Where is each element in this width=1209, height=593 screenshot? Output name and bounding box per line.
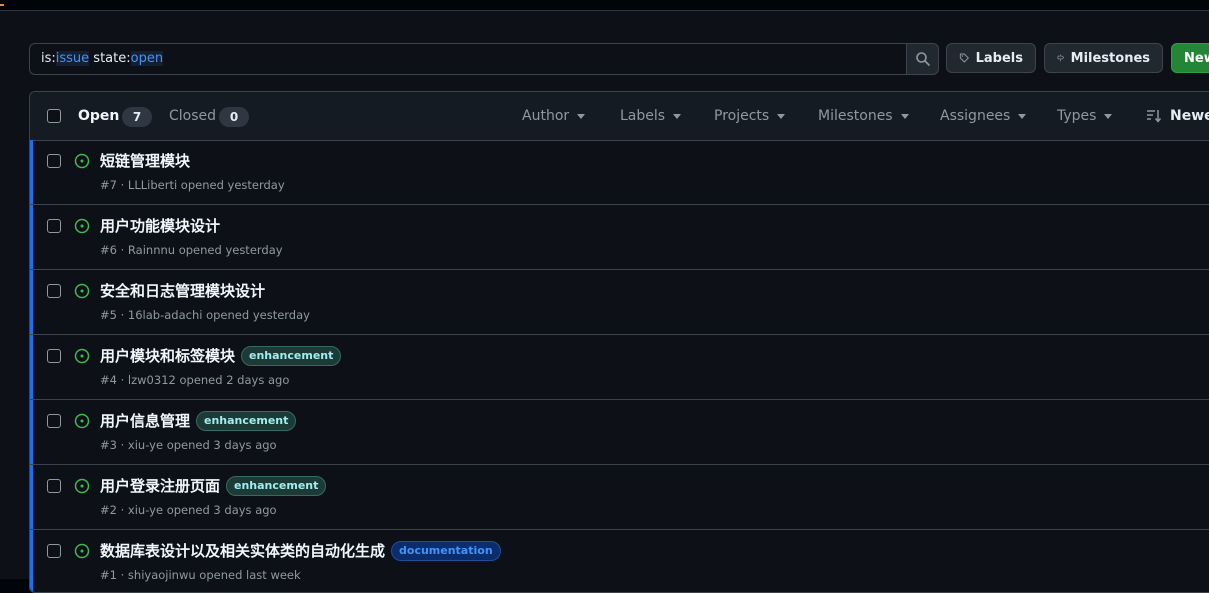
types-filter-label: Types: [1057, 108, 1097, 124]
top-strip-mark: [0, 4, 4, 6]
issue-label-enhancement[interactable]: enhancement: [241, 345, 342, 366]
issue-meta: #1 · shiyaojinwu opened last week: [100, 568, 301, 582]
issues-search-input[interactable]: is:issue state:open: [29, 43, 908, 75]
labels-filter-label: Labels: [620, 108, 666, 124]
issue-row[interactable]: 安全和日志管理模块设计 #5 · 16lab-adachi opened yest…: [30, 270, 1209, 335]
assignees-filter-label: Assignees: [940, 108, 1011, 124]
labels-button[interactable]: Labels: [946, 43, 1036, 73]
top-strip: [0, 0, 1209, 11]
issue-checkbox[interactable]: [47, 219, 61, 233]
issue-title-link[interactable]: 安全和日志管理模块设计: [100, 280, 265, 301]
tag-icon: [959, 53, 969, 63]
issue-title-link[interactable]: 用户登录注册页面: [100, 475, 220, 496]
closed-count-badge: 0: [219, 107, 249, 127]
issue-label-enhancement[interactable]: enhancement: [226, 475, 327, 496]
issue-title-line: 数据库表设计以及相关实体类的自动化生成 documentation: [100, 540, 501, 561]
milestones-filter[interactable]: Milestones: [818, 108, 909, 124]
open-tab[interactable]: Open: [78, 108, 119, 124]
issue-title-link[interactable]: 用户功能模块设计: [100, 215, 220, 236]
issue-row[interactable]: 用户登录注册页面 enhancement #2 · xiu-ye opened 3 …: [30, 465, 1209, 530]
issue-title-line: 用户功能模块设计: [100, 215, 220, 236]
issue-title-line: 用户模块和标签模块 enhancement: [100, 345, 342, 366]
types-filter[interactable]: Types: [1057, 108, 1113, 124]
issue-open-icon: [74, 478, 90, 494]
issue-meta: #5 · 16lab-adachi opened yesterday: [100, 308, 310, 322]
sort-label: Newest: [1170, 108, 1209, 124]
issue-list: Open 7 Closed 0 Author Labels Projects M…: [29, 91, 1209, 593]
issue-checkbox[interactable]: [47, 154, 61, 168]
issue-title-link[interactable]: 用户模块和标签模块: [100, 345, 235, 366]
issue-checkbox[interactable]: [47, 544, 61, 558]
issue-label-enhancement[interactable]: enhancement: [196, 410, 297, 431]
assignees-filter[interactable]: Assignees: [940, 108, 1027, 124]
issue-title-line: 用户登录注册页面 enhancement: [100, 475, 327, 496]
issue-title-line: 短链管理模块: [100, 150, 190, 171]
row-accent-bar: [30, 530, 33, 592]
issue-row[interactable]: 用户信息管理 enhancement #3 · xiu-ye opened 3 da…: [30, 400, 1209, 465]
chevron-down-icon: [673, 113, 682, 119]
chevron-down-icon: [1018, 113, 1027, 119]
issue-title-link[interactable]: 短链管理模块: [100, 150, 190, 171]
labels-filter[interactable]: Labels: [620, 108, 682, 124]
issue-open-icon: [74, 413, 90, 429]
issue-open-icon: [74, 543, 90, 559]
issue-row[interactable]: 短链管理模块 #7 · LLLiberti opened yesterday: [30, 140, 1209, 205]
search-icon: [915, 52, 930, 66]
issue-checkbox[interactable]: [47, 414, 61, 428]
chevron-down-icon: [900, 113, 909, 119]
select-all-checkbox[interactable]: [47, 109, 61, 123]
issue-title-link[interactable]: 用户信息管理: [100, 410, 190, 431]
row-accent-bar: [30, 335, 33, 399]
labels-button-text: Labels: [975, 50, 1023, 66]
issue-row[interactable]: 用户模块和标签模块 enhancement #4 · lzw0312 opened …: [30, 335, 1209, 400]
issue-row[interactable]: 用户功能模块设计 #6 · Rainnnu opened yesterday: [30, 205, 1209, 270]
issue-open-icon: [74, 218, 90, 234]
row-accent-bar: [30, 205, 33, 269]
new-issue-button-text: New: [1184, 50, 1209, 66]
issue-meta: #2 · xiu-ye opened 3 days ago: [100, 503, 277, 517]
issue-meta: #3 · xiu-ye opened 3 days ago: [100, 438, 277, 452]
milestones-button[interactable]: Milestones: [1044, 43, 1163, 73]
issue-open-icon: [74, 153, 90, 169]
closed-tab[interactable]: Closed: [169, 108, 216, 124]
open-count-badge: 7: [122, 107, 152, 127]
author-filter-label: Author: [522, 108, 570, 124]
chevron-down-icon: [1104, 113, 1113, 119]
sort-icon: [1147, 110, 1162, 123]
issue-checkbox[interactable]: [47, 479, 61, 493]
projects-filter-label: Projects: [714, 108, 770, 124]
row-accent-bar: [30, 465, 33, 529]
issue-open-icon: [74, 348, 90, 364]
search-query: is:issue state:open: [41, 51, 164, 66]
projects-filter[interactable]: Projects: [714, 108, 786, 124]
row-accent-bar: [30, 400, 33, 464]
milestones-button-text: Milestones: [1070, 50, 1150, 66]
issue-label-documentation[interactable]: documentation: [391, 540, 501, 561]
issue-checkbox[interactable]: [47, 349, 61, 363]
issue-row[interactable]: 数据库表设计以及相关实体类的自动化生成 documentation #1 · shi…: [30, 530, 1209, 592]
issue-title-line: 用户信息管理 enhancement: [100, 410, 297, 431]
search-button[interactable]: [906, 43, 939, 75]
issue-list-header: Open 7 Closed 0 Author Labels Projects M…: [30, 92, 1209, 141]
issue-title-link[interactable]: 数据库表设计以及相关实体类的自动化生成: [100, 540, 385, 561]
new-issue-button[interactable]: New: [1171, 43, 1209, 73]
milestones-filter-label: Milestones: [818, 108, 893, 124]
author-filter[interactable]: Author: [522, 108, 586, 124]
issue-title-line: 安全和日志管理模块设计: [100, 280, 265, 301]
issue-open-icon: [74, 283, 90, 299]
issue-meta: #6 · Rainnnu opened yesterday: [100, 243, 283, 257]
issue-meta: #4 · lzw0312 opened 2 days ago: [100, 373, 290, 387]
milestone-icon: [1057, 54, 1065, 62]
chevron-down-icon: [777, 113, 786, 119]
row-accent-bar: [30, 140, 33, 204]
issue-meta: #7 · LLLiberti opened yesterday: [100, 178, 285, 192]
issue-checkbox[interactable]: [47, 284, 61, 298]
chevron-down-icon: [577, 113, 586, 119]
row-accent-bar: [30, 270, 33, 334]
sort-dropdown[interactable]: Newest: [1146, 108, 1209, 124]
